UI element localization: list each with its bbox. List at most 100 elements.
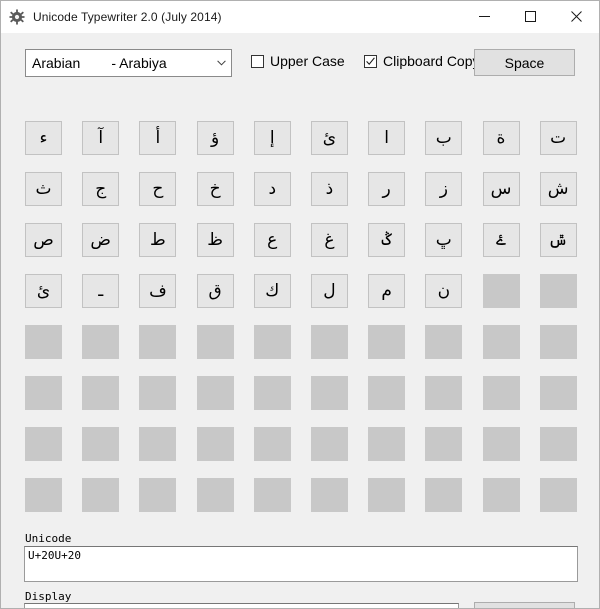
character-key-empty xyxy=(539,325,577,359)
minimize-icon xyxy=(478,11,490,22)
character-key-empty xyxy=(425,325,463,359)
character-key-empty xyxy=(139,376,177,410)
character-key[interactable]: ݣ xyxy=(368,223,406,257)
maximize-button[interactable] xyxy=(507,1,553,32)
client-area: Arabian - Arabiya Upper Case Clipboard C… xyxy=(1,33,599,608)
character-key[interactable]: ؤ xyxy=(196,121,234,155)
character-key[interactable]: ݜ xyxy=(539,223,577,257)
character-key[interactable]: ر xyxy=(368,172,406,206)
character-key-empty xyxy=(25,325,62,359)
character-key-empty xyxy=(482,478,520,512)
character-key[interactable]: ئ xyxy=(310,121,348,155)
character-key-empty xyxy=(82,325,120,359)
character-key[interactable]: ف xyxy=(139,274,177,308)
character-key[interactable]: أ xyxy=(139,121,177,155)
window-controls xyxy=(461,1,599,32)
clipboard-copy-label: Clipboard Copy xyxy=(383,53,480,69)
unicode-textarea[interactable] xyxy=(24,546,578,582)
character-key-empty xyxy=(539,376,577,410)
language-select-value: Arabian - Arabiya xyxy=(32,55,167,71)
character-key[interactable]: ئ xyxy=(25,274,62,308)
chevron-down-icon xyxy=(211,60,231,66)
clipboard-copy-checkbox[interactable]: Clipboard Copy xyxy=(364,53,480,69)
upper-case-checkbox-box xyxy=(251,54,264,68)
character-key[interactable]: س xyxy=(482,172,520,206)
character-key[interactable]: ـ xyxy=(82,274,120,308)
gear-icon xyxy=(9,8,25,25)
character-key[interactable]: خ xyxy=(196,172,234,206)
character-key[interactable]: ت xyxy=(539,121,577,155)
character-key[interactable]: ۓ xyxy=(482,223,520,257)
character-key[interactable]: د xyxy=(253,172,291,206)
titlebar: Unicode Typewriter 2.0 (July 2014) xyxy=(1,1,599,33)
character-key[interactable]: ع xyxy=(253,223,291,257)
character-key[interactable]: ة xyxy=(482,121,520,155)
upper-case-checkbox[interactable]: Upper Case xyxy=(251,53,345,69)
character-key[interactable]: ك xyxy=(253,274,291,308)
character-key-empty xyxy=(253,325,291,359)
character-key-empty xyxy=(82,478,120,512)
character-key-empty xyxy=(482,376,520,410)
character-key-empty xyxy=(82,427,120,461)
character-key-grid: ءآأؤإئابةتثجحخدذرزسشصضطظعغݣڀۓݜئـفقكلمن xyxy=(25,121,577,512)
character-key-empty xyxy=(253,478,291,512)
character-key-empty xyxy=(139,325,177,359)
character-key[interactable]: ط xyxy=(139,223,177,257)
language-select[interactable]: Arabian - Arabiya xyxy=(25,49,232,77)
character-key[interactable]: ء xyxy=(25,121,62,155)
close-button[interactable] xyxy=(553,1,599,32)
character-key[interactable]: ا xyxy=(368,121,406,155)
character-key-empty xyxy=(310,478,348,512)
unicode-label: Unicode xyxy=(25,532,72,545)
character-key[interactable]: ث xyxy=(25,172,62,206)
character-key-empty xyxy=(82,376,120,410)
character-key[interactable]: ج xyxy=(82,172,120,206)
app-window: Unicode Typewriter 2.0 (July 2014) Arabi… xyxy=(0,0,600,609)
character-key-empty xyxy=(368,427,406,461)
character-key[interactable]: ش xyxy=(539,172,577,206)
character-key-empty xyxy=(482,427,520,461)
character-key[interactable]: ض xyxy=(82,223,120,257)
character-key[interactable]: غ xyxy=(310,223,348,257)
character-key[interactable]: ظ xyxy=(196,223,234,257)
character-key-empty xyxy=(368,325,406,359)
character-key-empty xyxy=(368,478,406,512)
character-key-empty xyxy=(25,376,62,410)
character-key[interactable]: ڀ xyxy=(425,223,463,257)
character-key-empty xyxy=(310,325,348,359)
close-icon xyxy=(570,11,582,22)
character-key[interactable]: ص xyxy=(25,223,62,257)
character-key-empty xyxy=(196,376,234,410)
display-input[interactable] xyxy=(24,603,459,608)
character-key-empty xyxy=(539,274,577,308)
character-key-empty xyxy=(368,376,406,410)
character-key[interactable]: ذ xyxy=(310,172,348,206)
character-key-empty xyxy=(196,325,234,359)
character-key[interactable]: ح xyxy=(139,172,177,206)
character-key-empty xyxy=(539,478,577,512)
character-key-empty xyxy=(482,274,520,308)
display-label: Display xyxy=(25,590,72,603)
maximize-icon xyxy=(524,11,536,22)
character-key[interactable]: ق xyxy=(196,274,234,308)
window-title: Unicode Typewriter 2.0 (July 2014) xyxy=(33,9,222,24)
character-key[interactable]: ز xyxy=(425,172,463,206)
character-key-empty xyxy=(539,427,577,461)
minimize-button[interactable] xyxy=(461,1,507,32)
character-key-empty xyxy=(310,376,348,410)
character-key[interactable]: ب xyxy=(425,121,463,155)
character-key-empty xyxy=(482,325,520,359)
space-button[interactable]: Space xyxy=(474,49,575,76)
character-key-empty xyxy=(196,427,234,461)
character-key-empty xyxy=(139,427,177,461)
character-key-empty xyxy=(25,427,62,461)
character-key-empty xyxy=(253,376,291,410)
character-key[interactable]: إ xyxy=(253,121,291,155)
character-key[interactable]: ل xyxy=(310,274,348,308)
character-key[interactable]: م xyxy=(368,274,406,308)
delete-all-button[interactable]: Delete all xyxy=(474,602,575,608)
character-key[interactable]: ن xyxy=(425,274,463,308)
character-key-empty xyxy=(25,478,62,512)
character-key[interactable]: آ xyxy=(82,121,120,155)
toolbar: Arabian - Arabiya Upper Case Clipboard C… xyxy=(1,49,599,79)
